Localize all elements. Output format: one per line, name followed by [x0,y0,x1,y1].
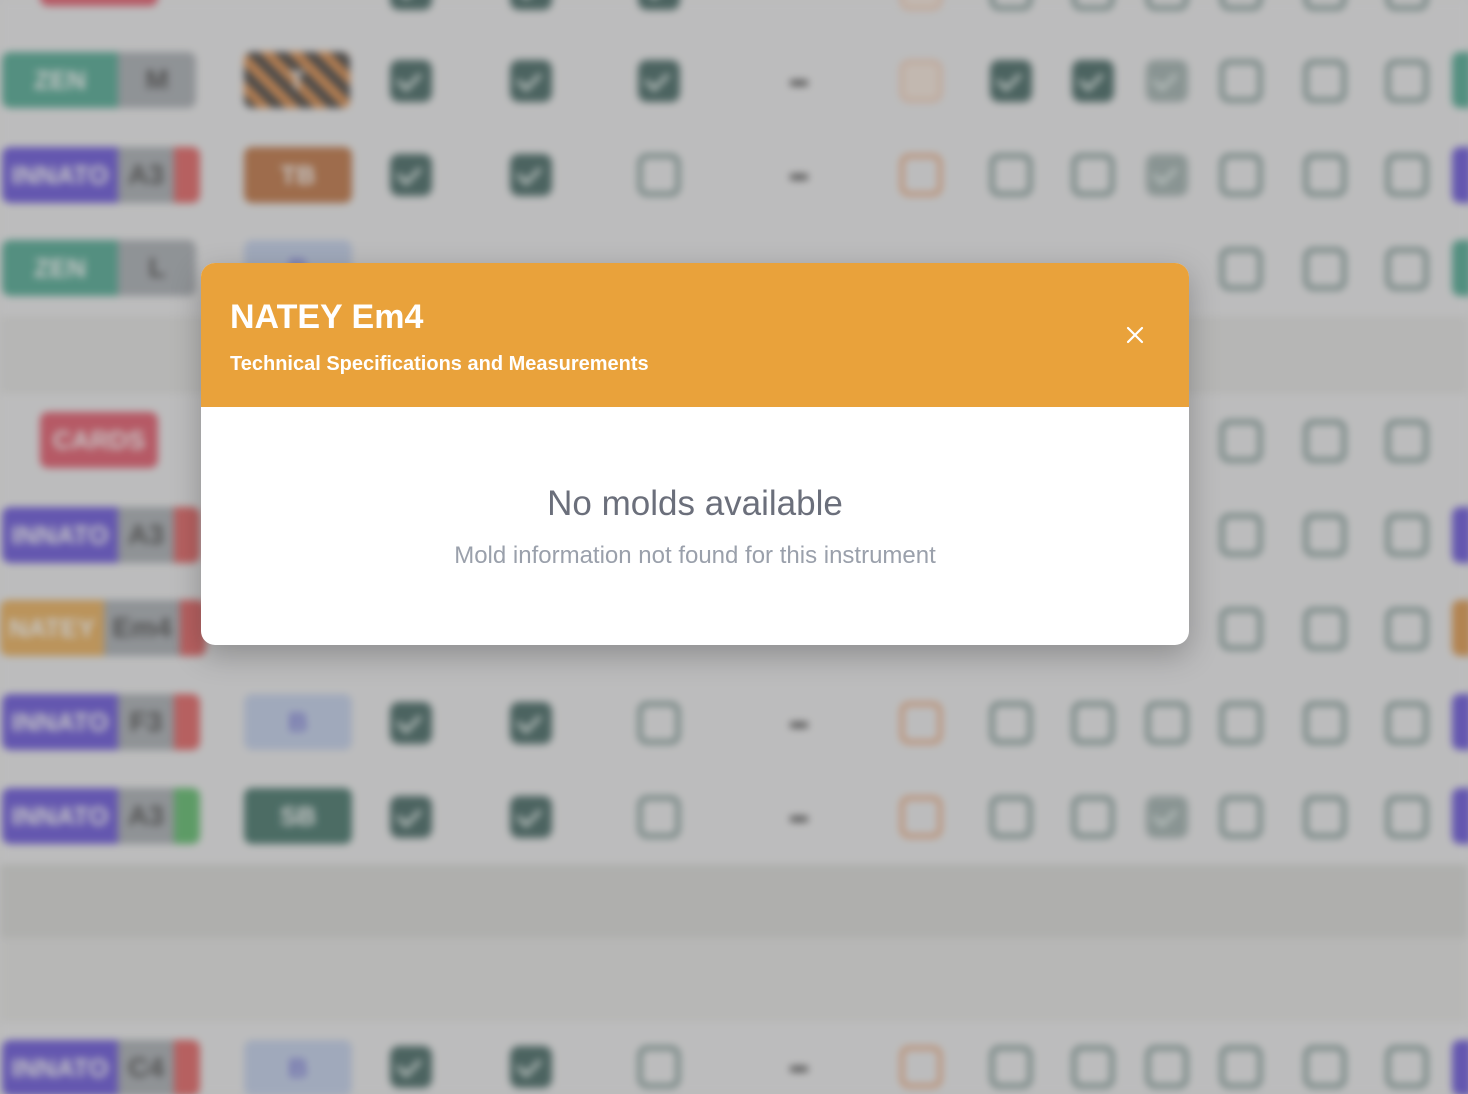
modal-header: NATEY Em4 Technical Specifications and M… [201,263,1189,407]
close-button[interactable] [1115,315,1155,355]
close-icon [1126,326,1144,344]
empty-state-description: Mold information not found for this inst… [454,542,936,569]
modal-subtitle: Technical Specifications and Measurement… [230,353,649,375]
empty-state-title: No molds available [547,484,843,523]
modal-title: NATEY Em4 [230,298,424,336]
mold-details-modal: NATEY Em4 Technical Specifications and M… [201,263,1189,645]
